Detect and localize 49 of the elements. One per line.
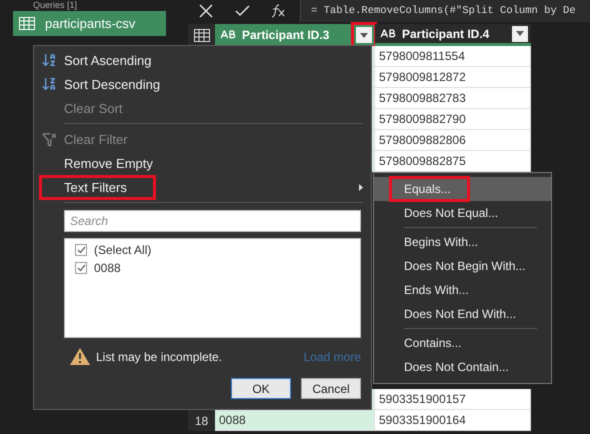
filter-dropdown-button[interactable] bbox=[356, 27, 372, 43]
table-cell: 5798009811554 bbox=[375, 46, 531, 67]
table-cell: 5798009882790 bbox=[375, 109, 531, 130]
caret-icon bbox=[516, 31, 524, 36]
table-cell: 5798009812872 bbox=[375, 67, 531, 88]
menu-item[interactable]: Begins With... bbox=[374, 230, 551, 254]
checkbox-label: 0088 bbox=[94, 261, 121, 275]
table-cell: 5798009882875 bbox=[375, 151, 531, 172]
table-icon bbox=[194, 28, 210, 42]
menu-item[interactable]: Contains... bbox=[374, 331, 551, 355]
column-header[interactable]: Participant ID.3 bbox=[215, 24, 375, 46]
submenu-arrow-icon bbox=[359, 184, 363, 190]
menu-item[interactable]: Remove Empty bbox=[34, 151, 371, 175]
checkbox-label: (Select All) bbox=[94, 243, 152, 257]
menu-item[interactable]: Does Not Contain... bbox=[374, 355, 551, 379]
table-icon bbox=[19, 17, 35, 30]
sort-descending-icon bbox=[41, 76, 57, 92]
menu-item[interactable]: Does Not Begin With... bbox=[374, 254, 551, 278]
table-cell: 5798009882806 bbox=[375, 130, 531, 151]
filter-dropdown-button[interactable] bbox=[512, 26, 528, 42]
menu-item[interactable]: Does Not Equal... bbox=[374, 201, 551, 225]
menu-item[interactable]: Does Not End With... bbox=[374, 302, 551, 326]
menu-item[interactable]: Equals... bbox=[374, 177, 551, 201]
search-field[interactable]: Search bbox=[64, 210, 361, 232]
close-icon[interactable] bbox=[199, 4, 213, 18]
table-cell: 5903351900164 bbox=[375, 410, 531, 431]
panel-title: Queries [1] bbox=[33, 0, 78, 10]
sort-ascending-icon bbox=[41, 52, 57, 68]
column-header[interactable]: Participant ID.4 bbox=[375, 24, 531, 46]
table-cell: 5903351900157 bbox=[375, 389, 531, 410]
query-item[interactable]: participants-csv bbox=[13, 11, 166, 36]
menu-item[interactable]: Text Filters bbox=[34, 175, 371, 199]
function-icon[interactable] bbox=[270, 4, 286, 18]
menu-item[interactable]: Sort Descending bbox=[34, 72, 371, 96]
menu-item[interactable]: Ends With... bbox=[374, 278, 551, 302]
table-cell: 0088 bbox=[215, 410, 375, 431]
warning-text: List may be incomplete. bbox=[96, 350, 224, 364]
warning-icon bbox=[70, 348, 90, 365]
clear-filter-icon bbox=[42, 132, 56, 146]
dialog-button[interactable]: OK bbox=[231, 378, 291, 399]
checkbox[interactable] bbox=[75, 244, 87, 256]
caret-icon bbox=[360, 32, 368, 38]
dialog-button[interactable]: Cancel bbox=[301, 378, 361, 399]
table-cell: 5798009882783 bbox=[375, 88, 531, 109]
checkbox[interactable] bbox=[75, 262, 87, 274]
formula-field[interactable]: = Table.RemoveColumns(#"Split Column by De bbox=[300, 0, 590, 22]
menu-item[interactable]: Sort Ascending bbox=[34, 48, 371, 72]
check-icon[interactable] bbox=[234, 5, 250, 17]
row-number: 18 bbox=[194, 414, 208, 428]
